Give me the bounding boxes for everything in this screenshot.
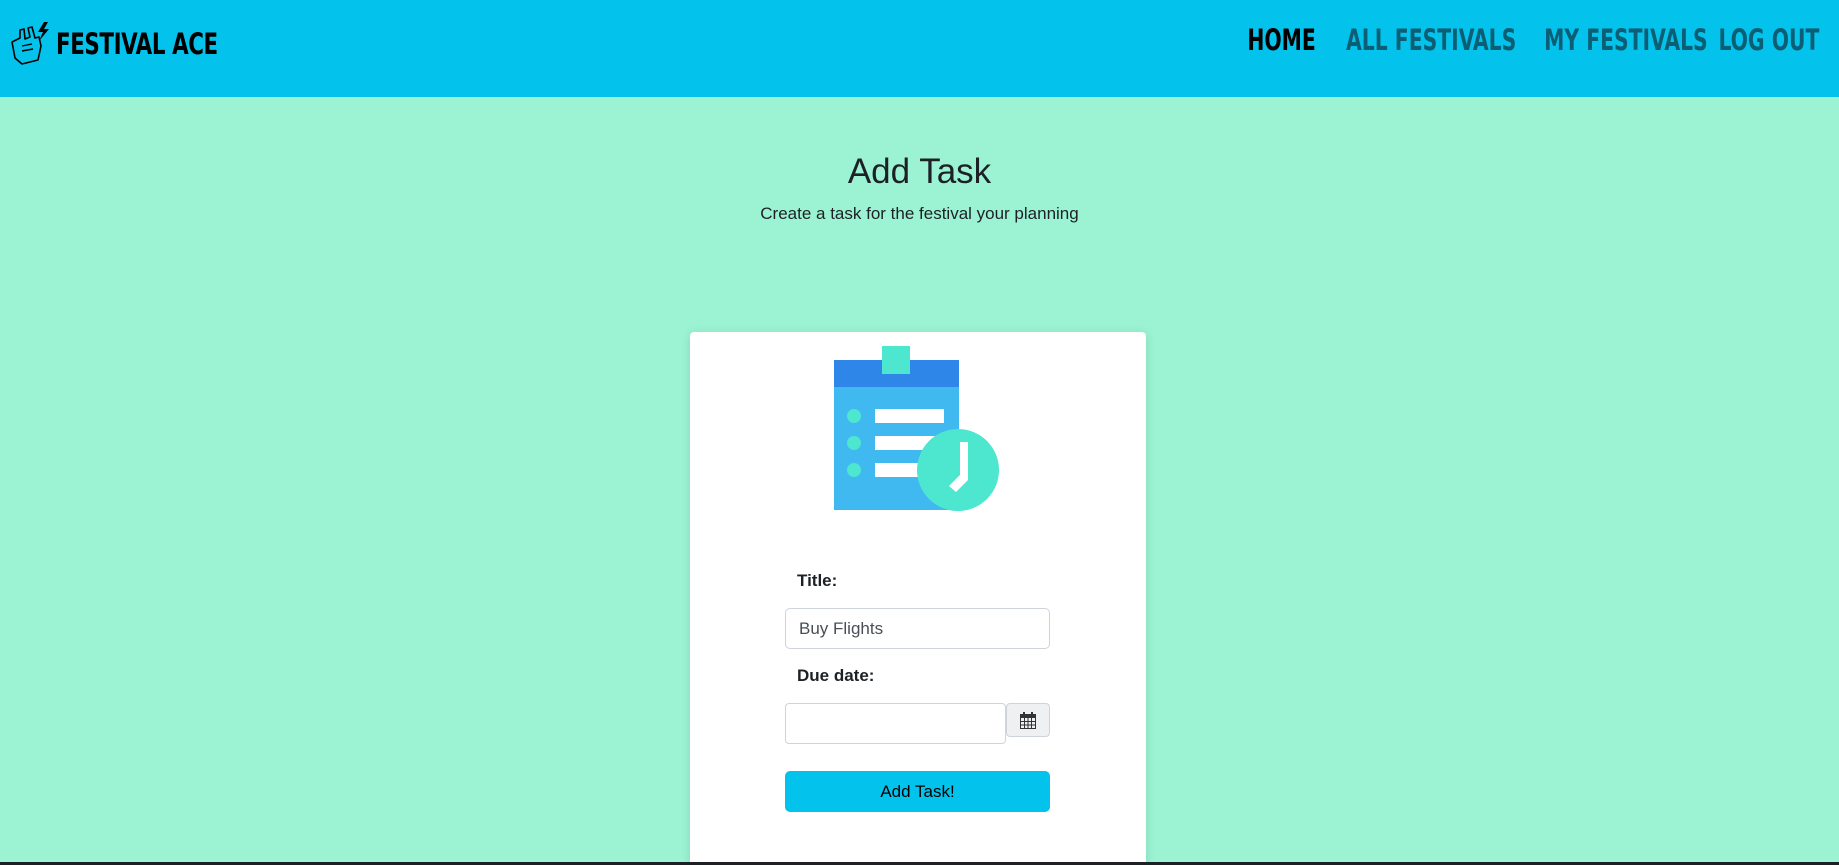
add-task-form: Title: Due date: Add Task! — [785, 571, 1051, 812]
nav-all-festivals[interactable]: ALL FESTIVALS — [1346, 23, 1516, 57]
due-date-input[interactable] — [785, 703, 1006, 744]
top-navbar: FESTIVAL ACE HOME ALL FESTIVALS MY FESTI… — [0, 0, 1839, 97]
clipboard-clock-icon — [834, 346, 999, 511]
title-label: Title: — [797, 571, 838, 590]
rock-hand-lightning-icon — [11, 22, 49, 65]
add-task-card: Title: Due date: Add Task! — [690, 332, 1146, 865]
calendar-icon — [1020, 711, 1036, 729]
brand-name[interactable]: FESTIVAL ACE — [56, 27, 218, 61]
nav-home[interactable]: HOME — [1247, 23, 1315, 57]
brand[interactable]: FESTIVAL ACE — [8, 20, 253, 68]
nav-my-festivals[interactable]: MY FESTIVALS — [1544, 23, 1708, 57]
calendar-button[interactable] — [1006, 703, 1050, 737]
page-subtitle: Create a task for the festival your plan… — [760, 204, 1079, 223]
title-input[interactable] — [785, 608, 1050, 649]
page-header: Add Task Create a task for the festival … — [0, 148, 1839, 224]
add-task-button[interactable]: Add Task! — [785, 771, 1050, 812]
nav-links: HOME ALL FESTIVALS MY FESTIVALS LOG OUT — [1247, 23, 1819, 57]
nav-log-out[interactable]: LOG OUT — [1718, 23, 1819, 57]
due-date-picker — [785, 703, 1051, 744]
page-title: Add Task — [847, 152, 992, 191]
due-date-label: Due date: — [797, 666, 875, 685]
